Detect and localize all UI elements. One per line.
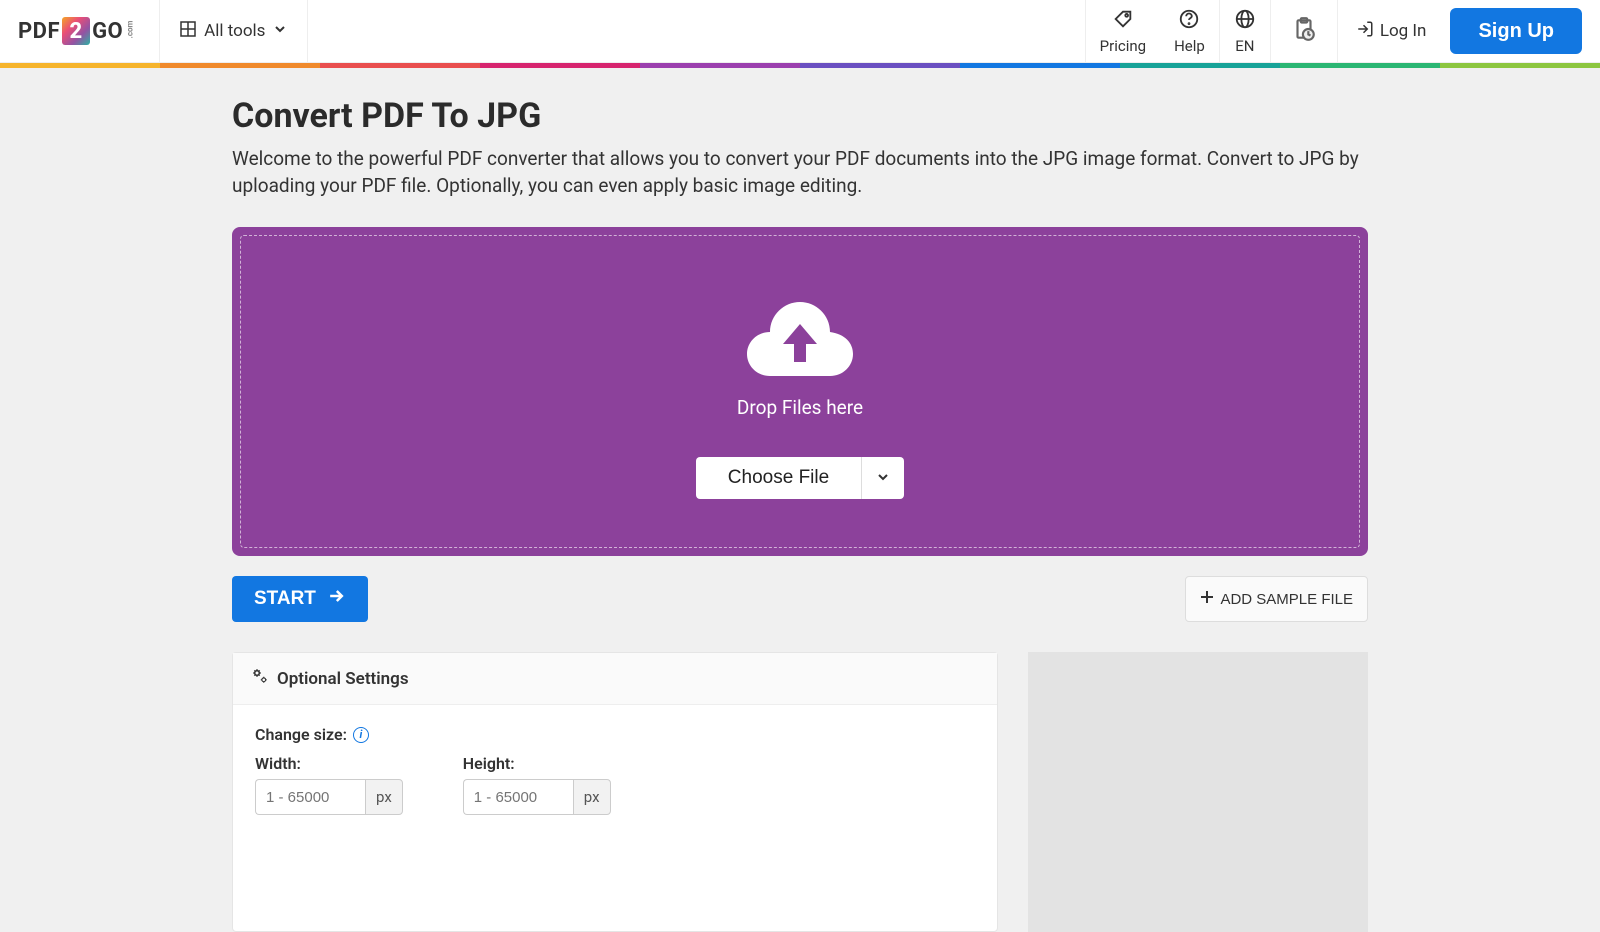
all-tools-label: All tools [204,21,265,41]
drop-text: Drop Files here [737,396,863,419]
header-spacer [308,0,1084,62]
help-icon [1178,8,1200,35]
change-size-label-row: Change size: i [255,725,975,744]
optional-settings-panel: Optional Settings Change size: i Width: … [232,652,998,932]
arrow-right-icon [326,586,346,612]
width-field: Width: px [255,754,403,815]
login-icon [1356,20,1374,43]
start-button[interactable]: START [232,576,368,622]
logo-text-left: PDF [18,19,60,44]
change-size-label: Change size: [255,725,347,744]
choose-file-button[interactable]: Choose File [696,457,861,499]
globe-icon [1234,8,1256,35]
logo-text-right: GO [92,19,123,44]
height-input-group: px [463,779,611,815]
choose-file-group: Choose File [696,457,904,499]
width-unit: px [365,779,403,815]
gears-icon [251,667,269,690]
width-input-group: px [255,779,403,815]
clipboard-history[interactable] [1271,0,1338,62]
add-sample-label: ADD SAMPLE FILE [1220,591,1353,608]
main-container: Convert PDF To JPG Welcome to the powerf… [220,96,1380,932]
dropzone[interactable]: Drop Files here Choose File [232,227,1368,556]
pricing-link[interactable]: Pricing [1085,0,1160,62]
rainbow-bar [0,63,1600,68]
action-row: START ADD SAMPLE FILE [232,576,1368,622]
settings-body: Change size: i Width: px Height: [233,705,997,835]
chevron-down-icon [876,470,890,487]
cloud-upload-icon [745,296,855,388]
tag-icon [1112,8,1134,35]
clipboard-clock-icon [1291,16,1317,47]
height-unit: px [573,779,611,815]
settings-header: Optional Settings [233,653,997,705]
help-link[interactable]: Help [1160,0,1220,62]
nav-right: Pricing Help EN Log In Sign Up [1085,0,1600,62]
size-fields: Width: px Height: px [255,754,975,815]
all-tools-menu[interactable]: All tools [160,0,308,62]
dropzone-inner: Drop Files here Choose File [240,235,1360,548]
logo-badge: 2 [62,17,90,45]
plus-icon [1200,590,1214,608]
page-title: Convert PDF To JPG [232,96,1368,136]
chevron-down-icon [273,21,287,41]
content-row: Optional Settings Change size: i Width: … [232,652,1368,932]
choose-file-dropdown[interactable] [861,457,904,499]
height-input[interactable] [463,779,573,815]
height-label: Height: [463,754,611,773]
width-input[interactable] [255,779,365,815]
logo-com: .com [126,20,135,38]
language-label: EN [1235,37,1254,55]
header: PDF 2 GO .com All tools Pricing Help [0,0,1600,63]
logo[interactable]: PDF 2 GO .com [0,0,160,62]
grid-icon [180,21,196,42]
add-sample-file-button[interactable]: ADD SAMPLE FILE [1185,576,1368,622]
login-button[interactable]: Log In [1338,0,1445,62]
sidebar-ad-placeholder [1028,652,1368,932]
signup-button[interactable]: Sign Up [1450,8,1582,54]
login-label: Log In [1380,21,1427,41]
pricing-label: Pricing [1100,37,1146,55]
width-label: Width: [255,754,403,773]
info-icon[interactable]: i [353,727,369,743]
settings-header-label: Optional Settings [277,669,409,689]
page-description: Welcome to the powerful PDF converter th… [232,146,1368,199]
height-field: Height: px [463,754,611,815]
language-selector[interactable]: EN [1220,0,1271,62]
help-label: Help [1174,37,1205,55]
start-label: START [254,588,316,610]
